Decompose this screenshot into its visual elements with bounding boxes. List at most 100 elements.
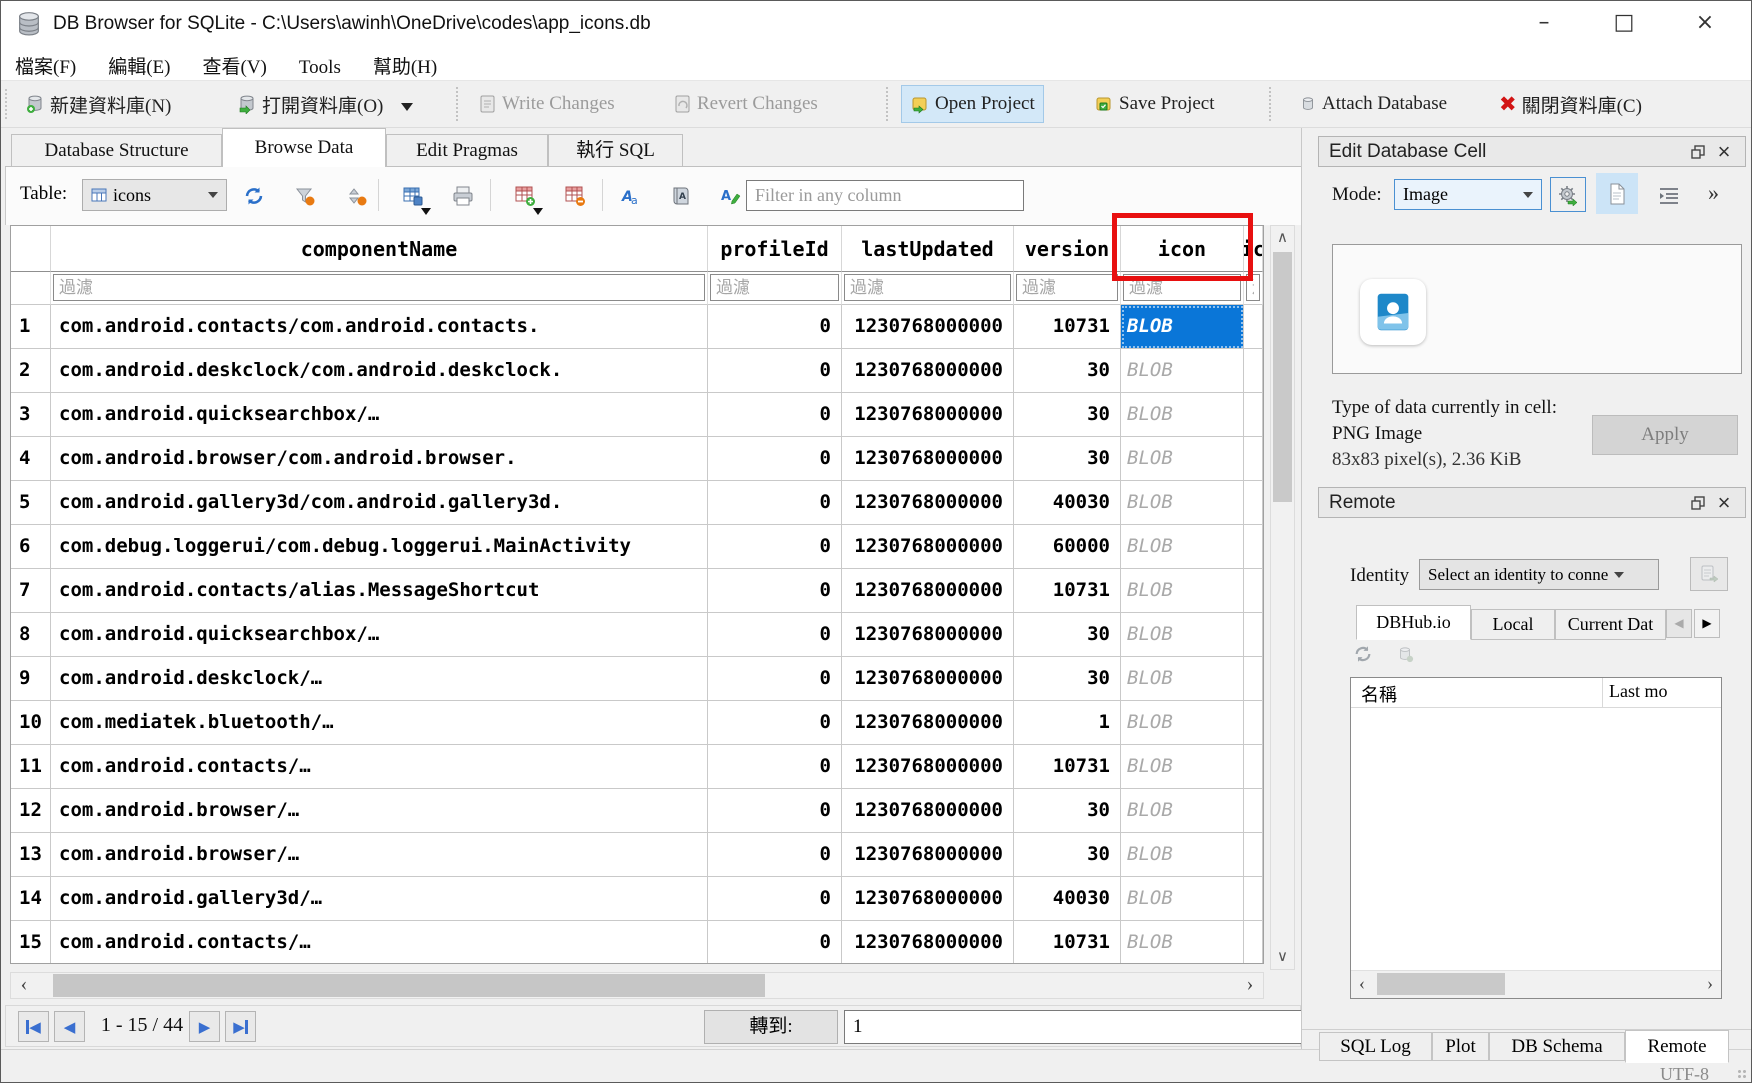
apply-button[interactable]: Apply <box>1592 415 1738 455</box>
scroll-right-icon[interactable]: › <box>1237 973 1263 998</box>
cell-componentName[interactable]: com.android.gallery3d/com.android.galler… <box>51 481 708 525</box>
print-button[interactable] <box>447 181 479 211</box>
row-number[interactable]: 15 <box>11 921 51 964</box>
cell-partial[interactable] <box>1244 305 1263 349</box>
cell-version[interactable]: 30 <box>1014 789 1121 833</box>
close-button[interactable]: × <box>1682 1 1728 47</box>
scroll-right-icon[interactable]: › <box>1707 973 1713 994</box>
row-number[interactable]: 12 <box>11 789 51 833</box>
row-number[interactable]: 2 <box>11 349 51 393</box>
cell-icon[interactable]: BLOB <box>1121 525 1244 569</box>
cell-lastUpdated[interactable]: 1230768000000 <box>842 481 1014 525</box>
cell-version[interactable]: 30 <box>1014 833 1121 877</box>
vertical-scroll-thumb[interactable] <box>1273 252 1292 502</box>
cell-profileId[interactable]: 0 <box>708 833 842 877</box>
last-record-button[interactable]: ▶ <box>225 1011 256 1042</box>
row-number[interactable]: 4 <box>11 437 51 481</box>
scroll-left-icon[interactable]: ‹ <box>11 973 37 998</box>
cell-profileId[interactable]: 0 <box>708 745 842 789</box>
row-number[interactable]: 3 <box>11 393 51 437</box>
cell-icon[interactable]: BLOB <box>1121 833 1244 877</box>
cell-lastUpdated[interactable]: 1230768000000 <box>842 789 1014 833</box>
cell-componentName[interactable]: com.android.contacts/… <box>51 745 708 789</box>
cell-partial[interactable] <box>1244 393 1263 437</box>
cell-version[interactable]: 40030 <box>1014 877 1121 921</box>
filter-icon-input[interactable] <box>1123 274 1241 301</box>
cell-lastUpdated[interactable]: 1230768000000 <box>842 745 1014 789</box>
cell-componentName[interactable]: com.mediatek.bluetooth/… <box>51 701 708 745</box>
open-database-button[interactable]: 打開資料庫(O) <box>229 85 391 123</box>
cell-lastUpdated[interactable]: 1230768000000 <box>842 921 1014 964</box>
cell-icon[interactable]: BLOB <box>1121 921 1244 964</box>
cell-partial[interactable] <box>1244 701 1263 745</box>
cell-partial[interactable] <box>1244 833 1263 877</box>
tab-scroll-left-icon[interactable]: ◀ <box>1666 609 1692 638</box>
scroll-left-icon[interactable]: ‹ <box>1359 973 1365 994</box>
grid-horizontal-scrollbar[interactable]: ‹ › <box>10 972 1264 999</box>
text-view-button[interactable] <box>1596 173 1638 214</box>
cell-version[interactable]: 10731 <box>1014 921 1121 964</box>
filter-version-input[interactable] <box>1016 274 1118 301</box>
cell-profileId[interactable]: 0 <box>708 525 842 569</box>
cell-icon[interactable]: BLOB <box>1121 789 1244 833</box>
row-number[interactable]: 8 <box>11 613 51 657</box>
cell-partial[interactable] <box>1244 657 1263 701</box>
remote-column-name[interactable]: 名稱 <box>1351 678 1603 707</box>
goto-record-input[interactable] <box>844 1010 1302 1044</box>
clear-filters-button[interactable] <box>289 181 321 211</box>
close-database-button[interactable]: ✖ 關閉資料庫(C) <box>1491 85 1650 123</box>
mode-selector[interactable]: Image <box>1394 179 1542 210</box>
cell-componentName[interactable]: com.android.deskclock/com.android.deskcl… <box>51 349 708 393</box>
column-header-profileId[interactable]: profileId <box>708 226 842 272</box>
column-header-version[interactable]: version <box>1014 226 1121 272</box>
more-tools-icon[interactable]: » <box>1708 180 1719 206</box>
cell-icon[interactable]: BLOB <box>1121 349 1244 393</box>
cell-partial[interactable] <box>1244 437 1263 481</box>
row-number[interactable]: 9 <box>11 657 51 701</box>
cell-partial[interactable] <box>1244 789 1263 833</box>
global-filter-input[interactable] <box>746 180 1024 211</box>
column-header-partial[interactable]: ic <box>1244 226 1263 272</box>
menu-tools[interactable]: Tools <box>285 53 355 83</box>
cell-lastUpdated[interactable]: 1230768000000 <box>842 701 1014 745</box>
cell-profileId[interactable]: 0 <box>708 657 842 701</box>
cell-lastUpdated[interactable]: 1230768000000 <box>842 437 1014 481</box>
cell-lastUpdated[interactable]: 1230768000000 <box>842 305 1014 349</box>
remote-horizontal-scrollbar[interactable]: ‹ › <box>1351 970 1721 998</box>
column-header-lastUpdated[interactable]: lastUpdated <box>842 226 1014 272</box>
tab-scroll-right-icon[interactable]: ▶ <box>1694 609 1720 638</box>
refresh-button[interactable] <box>238 181 270 211</box>
remote-tab-current-database[interactable]: Current Dat <box>1555 609 1666 640</box>
cell-profileId[interactable]: 0 <box>708 349 842 393</box>
dock-tab-remote[interactable]: Remote <box>1625 1030 1729 1063</box>
cell-profileId[interactable]: 0 <box>708 877 842 921</box>
next-record-button[interactable]: ▶ <box>189 1011 220 1042</box>
cell-profileId[interactable]: 0 <box>708 789 842 833</box>
import-data-button[interactable] <box>1550 177 1586 212</box>
cell-profileId[interactable]: 0 <box>708 569 842 613</box>
dock-tab-plot[interactable]: Plot <box>1432 1032 1489 1061</box>
open-project-button[interactable]: Open Project <box>901 85 1044 123</box>
cell-lastUpdated[interactable]: 1230768000000 <box>842 393 1014 437</box>
push-database-button[interactable] <box>1690 557 1728 591</box>
cell-partial[interactable] <box>1244 745 1263 789</box>
cell-componentName[interactable]: com.android.contacts/… <box>51 921 708 964</box>
remote-tab-dbhub[interactable]: DBHub.io <box>1356 605 1471 640</box>
cell-icon[interactable]: BLOB <box>1121 393 1244 437</box>
remote-column-last-modified[interactable]: Last mo <box>1603 678 1721 707</box>
cell-componentName[interactable]: com.debug.loggerui/com.debug.loggerui.Ma… <box>51 525 708 569</box>
cell-profileId[interactable]: 0 <box>708 921 842 964</box>
row-number[interactable]: 6 <box>11 525 51 569</box>
cell-lastUpdated[interactable]: 1230768000000 <box>842 349 1014 393</box>
resize-grip[interactable] <box>1737 1069 1747 1079</box>
cell-icon[interactable]: BLOB <box>1121 745 1244 789</box>
menu-file[interactable]: 檔案(F) <box>1 48 90 83</box>
column-header-componentName[interactable]: componentName <box>51 226 708 272</box>
cell-componentName[interactable]: com.android.quicksearchbox/… <box>51 613 708 657</box>
cell-version[interactable]: 30 <box>1014 613 1121 657</box>
revert-changes-button[interactable]: Revert Changes <box>666 85 826 123</box>
cell-profileId[interactable]: 0 <box>708 437 842 481</box>
float-panel-icon[interactable] <box>1691 145 1713 159</box>
cell-icon[interactable]: BLOB <box>1121 613 1244 657</box>
tab-database-structure[interactable]: Database Structure <box>11 134 222 167</box>
